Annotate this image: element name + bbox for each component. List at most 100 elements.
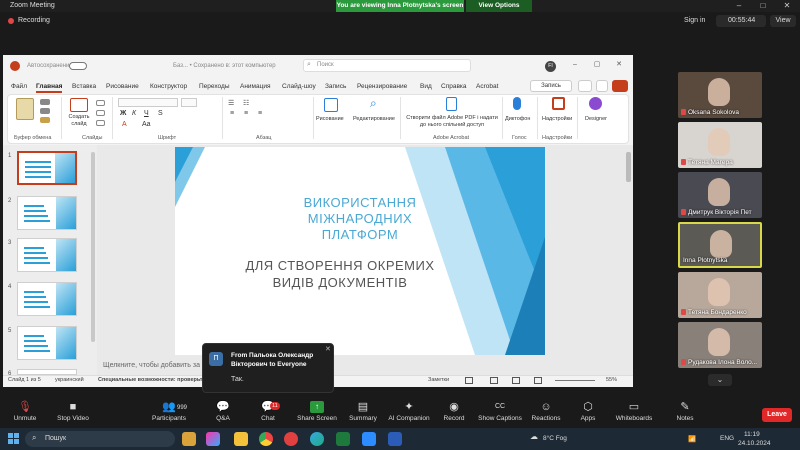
menu-tab[interactable]: Acrobat (476, 83, 498, 90)
user-avatar[interactable]: FI (545, 61, 556, 72)
participant-video[interactable]: Рудакова Ілона Воло... (678, 322, 762, 368)
summary-button[interactable]: ▤ Summary (338, 401, 388, 422)
ai-companion-button[interactable]: ✦ AI Companion (384, 401, 434, 422)
create-pdf-button[interactable]: Створити файл Adobe PDF і надати до ньог… (404, 115, 500, 129)
current-slide[interactable]: ВИКОРИСТАННЯ МІЖНАРОДНИХ ПЛАТФОРМ ДЛЯ СТ… (175, 147, 545, 355)
find-icon[interactable]: ⌕ (370, 96, 377, 111)
chat-button[interactable]: 💬 Chat (243, 401, 293, 422)
menu-tab[interactable]: Рисование (106, 83, 139, 90)
weather-text[interactable]: 8°C Fog (543, 435, 567, 442)
comments-icon[interactable] (596, 80, 608, 92)
ppt-close-icon[interactable]: ✕ (612, 60, 626, 70)
weather-icon[interactable]: ☁ (530, 432, 538, 441)
menu-tab[interactable]: Вставка (72, 83, 96, 90)
format-painter-icon[interactable] (40, 117, 50, 123)
opera-icon[interactable] (284, 432, 298, 446)
chevron-down-icon[interactable]: ⌄ (708, 374, 732, 386)
show-captions-button[interactable]: CC Show Captions (475, 401, 525, 422)
new-slide-icon[interactable] (70, 98, 88, 112)
create-slide-button[interactable]: Создать слайд (64, 114, 94, 128)
minimize-icon[interactable]: – (728, 0, 750, 12)
close-icon[interactable]: ✕ (776, 0, 798, 12)
apps-button[interactable]: ⬡ Apps (563, 401, 613, 422)
bullets-icon[interactable]: ☰ (228, 99, 234, 107)
whiteboards-button[interactable]: ▭ Whiteboards (609, 401, 659, 422)
record-button[interactable]: ◉ Record (429, 401, 479, 422)
edge-icon[interactable] (310, 432, 324, 446)
qa-button[interactable]: 💬 Q&A (198, 401, 248, 422)
clock-date[interactable]: 24.10.2024 (738, 440, 771, 447)
slideshow-view-icon[interactable] (534, 377, 542, 384)
accessibility-status[interactable]: Специальные возможности: проверьте (98, 377, 206, 383)
chrome-icon[interactable] (259, 432, 273, 446)
language-status[interactable]: украинский (55, 377, 84, 383)
word-icon[interactable] (388, 432, 402, 446)
addins-button[interactable]: Надстройки (542, 116, 572, 122)
bold-icon[interactable]: Ж (120, 110, 126, 117)
menu-tab[interactable]: Главная (36, 83, 63, 93)
wifi-icon[interactable]: 📶 (688, 435, 696, 443)
zoom-slider[interactable] (555, 380, 595, 381)
normal-view-icon[interactable] (465, 377, 473, 384)
slide-thumbnail[interactable] (17, 326, 77, 360)
editing-button[interactable]: Редактирование (353, 116, 395, 122)
unmute-button[interactable]: 🎙 Unmute (0, 401, 50, 422)
slide-thumbnail[interactable] (17, 196, 77, 230)
present-icon[interactable] (578, 80, 592, 92)
create-pdf-icon[interactable] (446, 97, 457, 111)
notes-placeholder[interactable]: Щелкните, чтобы добавить за (103, 362, 200, 369)
menu-tab[interactable]: Справка (441, 83, 467, 90)
align-center-icon[interactable]: ≡ (244, 110, 248, 117)
input-language[interactable]: ENG (720, 435, 734, 442)
cut-icon[interactable] (40, 99, 50, 105)
font-name-select[interactable] (118, 98, 178, 107)
participant-video[interactable]: Inna Plotnytska (678, 222, 762, 268)
view-options-button[interactable]: View Options (466, 0, 532, 12)
slide-title[interactable]: ВИКОРИСТАННЯ МІЖНАРОДНИХ ПЛАТФОРМ (270, 195, 450, 243)
menu-tab[interactable]: Вид (420, 83, 432, 90)
menu-tab[interactable]: Слайд-шоу (282, 83, 316, 90)
shapes-icon[interactable] (324, 98, 338, 112)
font-color-icon[interactable]: A (122, 121, 127, 128)
participant-video[interactable]: Oksana Sokolova (678, 72, 762, 118)
menu-tab[interactable]: Файл (11, 83, 27, 90)
view-button[interactable]: View (770, 15, 796, 27)
copy-icon[interactable] (40, 108, 50, 114)
excel-icon[interactable] (336, 432, 350, 446)
file-explorer-icon[interactable] (234, 432, 248, 446)
reset-icon[interactable] (96, 110, 105, 116)
share-ppt-button[interactable] (612, 80, 628, 92)
ppt-restore-icon[interactable]: ▢ (590, 60, 604, 70)
zoom-level[interactable]: 55% (606, 377, 617, 383)
menu-tab[interactable]: Переходы (199, 83, 230, 90)
stop-video-button[interactable]: ■ Stop Video (48, 401, 98, 422)
paste-icon[interactable] (16, 98, 34, 120)
numbering-icon[interactable]: ☷ (243, 99, 249, 107)
menu-tab[interactable]: Конструктор (150, 83, 187, 90)
clock-time[interactable]: 11:19 (744, 431, 760, 438)
leave-button[interactable]: Leave (762, 408, 792, 422)
task-view-icon[interactable] (182, 432, 196, 446)
slide-sorter-icon[interactable] (490, 377, 498, 384)
menu-tab[interactable]: Анимация (240, 83, 271, 90)
designer-icon[interactable] (589, 97, 602, 110)
drawing-button[interactable]: Рисование (316, 116, 344, 122)
slide-scrollbar[interactable] (626, 152, 631, 182)
addins-icon[interactable] (552, 97, 565, 110)
slide-subtitle[interactable]: ДЛЯ СТВОРЕННЯ ОКРЕМИХ ВИДІВ ДОКУМЕНТІВ (230, 257, 450, 291)
section-icon[interactable] (96, 120, 105, 126)
recording-label[interactable]: Recording (18, 17, 50, 24)
sign-in-link[interactable]: Sign in (684, 17, 705, 24)
change-case-icon[interactable]: Aa (142, 121, 151, 128)
copilot-icon[interactable] (206, 432, 220, 446)
menu-tab[interactable]: Рецензирование (357, 83, 407, 90)
reading-view-icon[interactable] (512, 377, 520, 384)
italic-icon[interactable]: К (132, 110, 136, 117)
participant-video[interactable]: Тетяна Магера (678, 122, 762, 168)
windows-start-icon[interactable] (8, 433, 20, 445)
close-icon[interactable]: ✕ (325, 345, 331, 353)
strikethrough-icon[interactable]: S (158, 110, 163, 117)
dictate-button[interactable]: Диктофон (505, 116, 530, 122)
underline-icon[interactable]: Ч (144, 110, 149, 117)
notes-toggle[interactable]: Заметки (428, 377, 449, 383)
